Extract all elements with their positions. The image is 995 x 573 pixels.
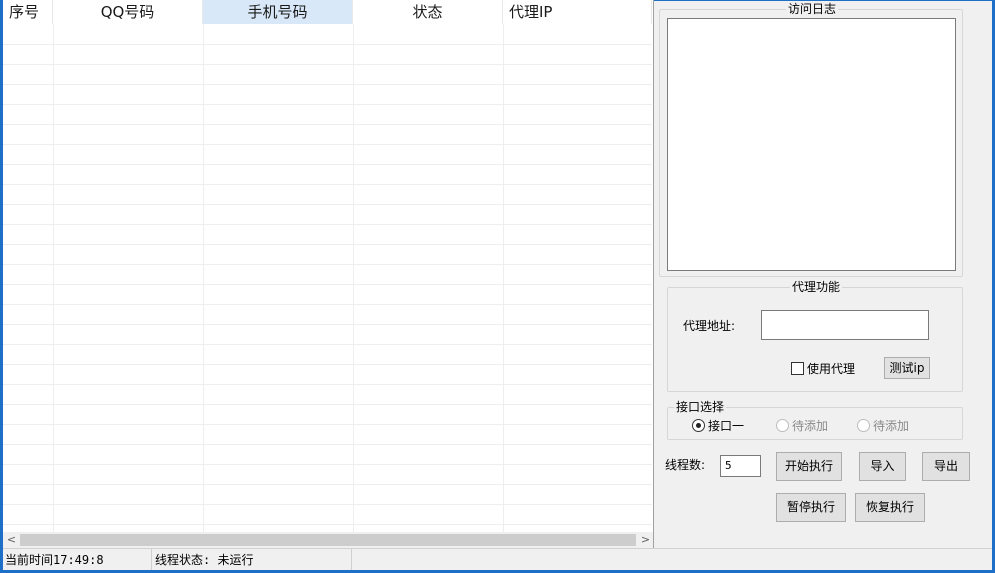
log-textarea[interactable] (667, 18, 956, 271)
interface-group-title: 接口选择 (674, 400, 727, 414)
grid-column-line (353, 24, 354, 533)
grid-row-line (3, 44, 652, 45)
import-button[interactable]: 导入 (859, 452, 906, 481)
grid-row-line (3, 444, 652, 445)
grid-row-line (3, 204, 652, 205)
scroll-right-icon[interactable]: > (637, 532, 653, 548)
grid-row-line (3, 64, 652, 65)
resume-button[interactable]: 恢复执行 (855, 493, 925, 522)
grid-row-line (3, 324, 652, 325)
grid-row-line (3, 484, 652, 485)
scrollbar-thumb[interactable] (20, 534, 636, 546)
grid-row-line (3, 364, 652, 365)
grid-row-line (3, 84, 652, 85)
grid-header: 序号 QQ号码 手机号码 状态 代理IP (3, 0, 652, 24)
proxy-address-label: 代理地址: (683, 319, 736, 333)
interface-two-label: 待添加 (792, 419, 829, 433)
grid-column-line (203, 24, 204, 533)
grid-row-line (3, 284, 652, 285)
interface-three-radio[interactable] (857, 419, 870, 432)
grid-row-line (3, 384, 652, 385)
grid-row-line (3, 164, 652, 165)
grid-row-line (3, 404, 652, 405)
proxy-address-input[interactable] (761, 310, 929, 340)
export-button[interactable]: 导出 (922, 452, 970, 481)
proxy-group-title: 代理功能 (790, 280, 843, 294)
use-proxy-label: 使用代理 (807, 362, 856, 376)
log-group-title: 访问日志 (786, 2, 839, 16)
horizontal-scrollbar[interactable]: < > (3, 532, 653, 548)
column-header-phone[interactable]: 手机号码 (203, 0, 353, 24)
column-header-status[interactable]: 状态 (353, 0, 503, 24)
pause-button[interactable]: 暂停执行 (776, 493, 846, 522)
scroll-left-icon[interactable]: < (3, 532, 20, 548)
grid-row-line (3, 144, 652, 145)
grid-row-line (3, 184, 652, 185)
grid-row-line (3, 264, 652, 265)
column-header-qq[interactable]: QQ号码 (53, 0, 203, 24)
thread-count-label: 线程数: (665, 458, 706, 472)
status-bar: 当前时间17:49:8 线程状态: 未运行 (3, 548, 992, 570)
grid-row-line (3, 224, 652, 225)
grid-row-line (3, 104, 652, 105)
grid-body[interactable] (3, 24, 652, 533)
grid-row-line (3, 524, 652, 525)
thread-state-status: 线程状态: 未运行 (153, 549, 352, 570)
current-time-status: 当前时间17:49:8 (3, 549, 152, 570)
grid-row-line (3, 124, 652, 125)
account-grid[interactable]: 序号 QQ号码 手机号码 状态 代理IP < > (3, 0, 654, 548)
grid-row-line (3, 424, 652, 425)
grid-column-line (53, 24, 54, 533)
grid-row-line (3, 244, 652, 245)
grid-row-line (3, 504, 652, 505)
interface-one-radio[interactable] (692, 419, 705, 432)
column-header-index[interactable]: 序号 (3, 0, 53, 24)
grid-row-line (3, 304, 652, 305)
interface-three-label: 待添加 (873, 419, 910, 433)
test-ip-button[interactable]: 测试ip (884, 357, 930, 379)
start-button[interactable]: 开始执行 (776, 452, 842, 481)
grid-column-line (503, 24, 504, 533)
interface-one-label: 接口一 (708, 419, 745, 433)
thread-count-input[interactable]: 5 (720, 455, 761, 477)
column-header-proxy-ip[interactable]: 代理IP (503, 0, 652, 24)
grid-row-line (3, 344, 652, 345)
interface-two-radio[interactable] (776, 419, 789, 432)
use-proxy-checkbox[interactable] (791, 362, 804, 375)
grid-row-line (3, 464, 652, 465)
